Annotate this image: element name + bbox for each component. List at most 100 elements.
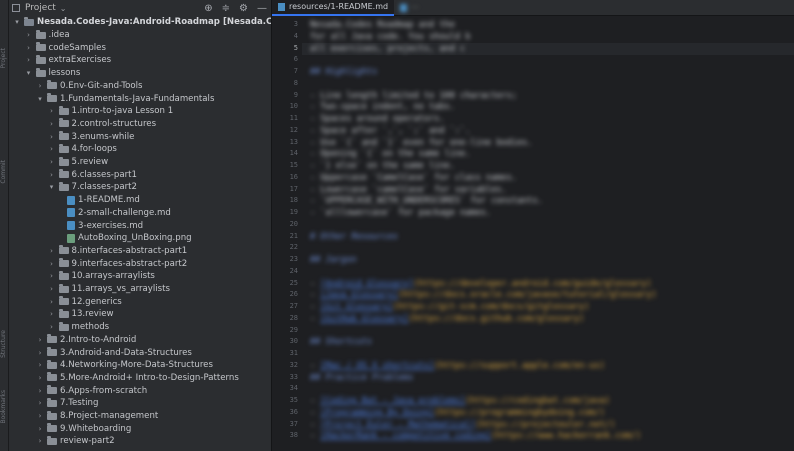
tree-folder[interactable]: › 1.intro-to-java Lesson 1: [9, 105, 173, 118]
chevron-right-icon[interactable]: ›: [36, 437, 44, 445]
line-number: 27: [289, 302, 298, 310]
chevron-down-icon[interactable]: ▾: [36, 95, 44, 103]
editor-code[interactable]: Nesada.Codes Roadmap and the for all Jav…: [310, 16, 790, 451]
chevron-right-icon[interactable]: ›: [36, 336, 44, 344]
tree-folder[interactable]: › 5.More-Android+ Intro-to-Design-Pattern…: [9, 372, 239, 385]
tree-item-label: 10.arrays-arraylists: [71, 271, 155, 282]
code-line: - Line length limited to 100 characters;: [310, 90, 517, 101]
chevron-right-icon[interactable]: ›: [36, 399, 44, 407]
tree-item-label: 12.generics: [71, 296, 122, 307]
tree-folder[interactable]: ▾ 1.Fundamentals-Java-Fundamentals: [9, 92, 214, 105]
gear-icon[interactable]: ⚙: [239, 3, 248, 14]
chevron-right-icon[interactable]: ›: [48, 107, 56, 115]
chevron-right-icon[interactable]: ›: [48, 120, 56, 128]
chevron-right-icon[interactable]: ›: [36, 387, 44, 395]
tree-folder[interactable]: › 3.Android-and-Data-Structures: [9, 346, 192, 359]
code-line: Nesada.Codes Roadmap and the: [310, 20, 455, 30]
folder-icon: [58, 118, 69, 128]
tree-file[interactable]: 3-exercises.md: [9, 219, 143, 232]
tree-folder[interactable]: › 6.Apps-from-scratch: [9, 384, 147, 397]
tree-item-label: 8.interfaces-abstract-part1: [71, 245, 188, 256]
chevron-right-icon[interactable]: ›: [48, 260, 56, 268]
chevron-right-icon[interactable]: ›: [48, 298, 56, 306]
chevron-right-icon[interactable]: ›: [48, 247, 56, 255]
line-number: 20: [289, 219, 298, 228]
module-folder-icon: [24, 16, 34, 26]
chevron-down-icon[interactable]: ▾: [25, 69, 33, 77]
tree-folder[interactable]: › 2.control-structures: [9, 118, 156, 131]
line-number: 30: [289, 337, 298, 346]
chevron-right-icon[interactable]: ›: [36, 361, 44, 369]
tree-folder[interactable]: ▾ lessons: [9, 67, 80, 80]
chevron-down-icon[interactable]: ▾: [48, 183, 56, 191]
tree-item-label: 6.classes-part1: [71, 169, 138, 180]
tree-folder[interactable]: › 0.Env-Git-and-Tools: [9, 80, 143, 93]
chevron-right-icon[interactable]: ›: [48, 158, 56, 166]
folder-icon: [35, 54, 46, 64]
tree-file[interactable]: 1-README.md: [9, 194, 140, 207]
chevron-right-icon[interactable]: ›: [48, 171, 56, 179]
chevron-right-icon[interactable]: ›: [48, 323, 56, 331]
tree-folder[interactable]: › 13.review: [9, 308, 114, 321]
chevron-right-icon[interactable]: ›: [25, 56, 33, 64]
tree-folder[interactable]: › 5.review: [9, 156, 108, 169]
line-number: 34: [289, 384, 298, 393]
tree-folder[interactable]: › 4.for-loops: [9, 143, 117, 156]
tree-item-label: methods: [71, 322, 110, 333]
tool-window-bookmarks[interactable]: Bookmarks: [0, 390, 9, 424]
tree-folder[interactable]: › 8.Project-management: [9, 410, 158, 423]
code-line: - [Coding Bat - Java problems](https://c…: [310, 396, 611, 406]
tree-folder[interactable]: ▾ 7.classes-part2: [9, 181, 137, 194]
line-number: 5: [293, 43, 298, 52]
project-panel-title[interactable]: Project: [25, 3, 56, 13]
tree-folder[interactable]: › 7.Testing: [9, 397, 98, 410]
folder-icon: [47, 435, 57, 445]
tree-folder[interactable]: › 4.Networking-More-Data-Structures: [9, 359, 213, 372]
chevron-right-icon[interactable]: ›: [48, 145, 56, 153]
tree-folder[interactable]: › codeSamples: [9, 41, 106, 54]
tool-window-project[interactable]: Project: [0, 48, 9, 69]
chevron-right-icon[interactable]: ›: [36, 82, 44, 90]
tree-folder[interactable]: › 6.classes-part1: [9, 168, 137, 181]
editor-tab[interactable]: ···: [394, 0, 425, 16]
locate-file-icon[interactable]: ⊕: [204, 3, 212, 14]
chevron-right-icon[interactable]: ›: [36, 412, 44, 420]
chevron-right-icon[interactable]: ›: [48, 133, 56, 141]
tree-folder[interactable]: › 9.Whiteboarding: [9, 422, 131, 435]
line-number: 15: [289, 161, 298, 169]
tree-folder[interactable]: › review-part2: [9, 435, 115, 448]
chevron-right-icon[interactable]: ›: [36, 425, 44, 433]
editor-tab[interactable]: resources/1-README.md: [272, 0, 395, 16]
tree-item-label: 8.Project-management: [60, 411, 159, 422]
hide-panel-icon[interactable]: —: [257, 3, 267, 14]
chevron-right-icon[interactable]: ›: [48, 285, 56, 293]
tree-folder[interactable]: › 3.enums-while: [9, 130, 134, 143]
tool-window-structure[interactable]: Structure: [0, 330, 9, 358]
tree-folder[interactable]: › 11.arrays_vs_arraylists: [9, 283, 170, 296]
tree-folder[interactable]: › 8.interfaces-abstract-part1: [9, 245, 187, 258]
chevron-right-icon[interactable]: ›: [25, 44, 33, 52]
project-view-icon: [12, 4, 20, 12]
tree-folder[interactable]: › methods: [9, 321, 109, 334]
tree-folder[interactable]: › extraExercises: [9, 54, 111, 67]
tool-window-commit[interactable]: Commit: [0, 160, 9, 184]
tree-folder[interactable]: › 9.interfaces-abstract-part2: [9, 257, 187, 270]
line-number: 25: [289, 278, 298, 287]
chevron-right-icon[interactable]: ›: [25, 31, 33, 39]
tree-folder[interactable]: › 12.generics: [9, 295, 122, 308]
tree-folder[interactable]: › 10.arrays-arraylists: [9, 270, 155, 283]
chevron-right-icon[interactable]: ›: [36, 374, 44, 382]
folder-icon: [47, 334, 57, 344]
chevron-right-icon[interactable]: ›: [48, 272, 56, 280]
tree-folder[interactable]: › 2.Intro-to-Android: [9, 334, 136, 347]
tree-folder[interactable]: › .idea: [9, 29, 70, 42]
tree-file[interactable]: AutoBoxing_UnBoxing.png: [9, 232, 192, 245]
tree-file[interactable]: 2-small-challenge.md: [9, 207, 171, 220]
chevron-right-icon[interactable]: ›: [36, 349, 44, 357]
line-number: 38: [289, 431, 298, 440]
collapse-all-icon[interactable]: ≑: [222, 3, 230, 14]
chevron-right-icon[interactable]: ›: [48, 310, 56, 318]
code-line: - Opening `{` on the same line.: [310, 149, 471, 160]
chevron-down-icon[interactable]: ▾: [13, 18, 21, 26]
chevron-down-icon[interactable]: ⌄: [60, 4, 67, 13]
